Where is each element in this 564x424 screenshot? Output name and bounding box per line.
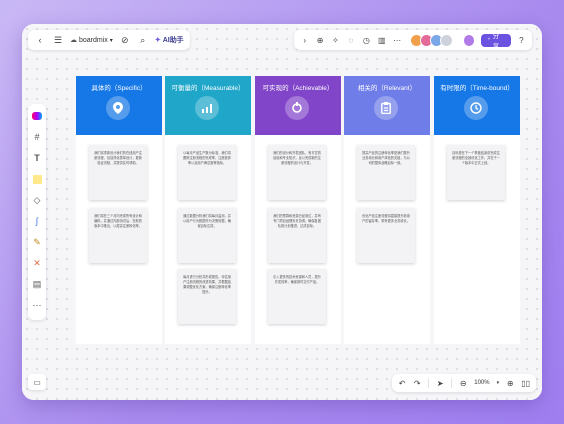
app-window: ‹ ☰ ☁ boardmix ▾ ⊘ ⌕ ✦ AI助手 › ⊕ ✧ ◌ ◷ ▥ … (22, 24, 542, 400)
sticky-note[interactable]: 优化产品注册流程将直接提升新用户的留存率，带来更多业务增长。 (357, 208, 415, 263)
timer-icon[interactable]: ◷ (362, 34, 371, 46)
sticky-note[interactable]: 引入更多的技术资源和人员，提升开发效率，确保按时交付产品。 (268, 269, 326, 324)
shape-icon[interactable]: ◇ (31, 194, 43, 206)
search-icon[interactable]: ⌕ (137, 34, 149, 46)
sticky-note[interactable]: 通过数据分析我们将每月监测，并以用户行为数据作为决策依据，确保目标达成。 (178, 208, 236, 263)
clock-icon (464, 96, 488, 120)
note-text: 每月进行分析并形成报告，评估用户注册流程的改进效果，并根据结果调整优化方案，确保… (183, 275, 231, 294)
note-text: 引入更多的技术资源和人员，提升开发效率，确保按时交付产品。 (273, 275, 321, 284)
note-text: 优化产品注册流程将直接提升新用户的留存率，带来更多业务增长。 (362, 214, 410, 223)
note-text: 通过数据分析我们将每月监测，并以用户行为数据作为决策依据，确保目标达成。 (183, 214, 231, 228)
add-circle-icon[interactable]: ⊕ (315, 34, 324, 46)
sticky-note[interactable]: 我们将在三个月内完成所有设计和编码，并通过内部测试后，在新的版本中推出，以提高注… (89, 208, 147, 263)
column-title: 可实现的（Achievable） (262, 85, 334, 92)
column-title: 相关的（Relevant） (357, 85, 417, 92)
redo-icon[interactable]: ↷ (413, 377, 421, 389)
cloud-icon: ☁ (70, 37, 77, 44)
sticky-note[interactable]: 提高产品的注册转化率是我们提升业务增长和用户体验的关键，与公司的整体战略目标一致… (357, 145, 415, 200)
bottom-controls: ↶ ↷ ➤ ⊖ 100% ▾ ⊕ ▯▯ (392, 374, 536, 392)
sticky-note[interactable]: 目标是在下一个季度结束前完成注册流程的全部优化工作，并在下一个版本中正式上线。 (447, 145, 505, 200)
template-icon[interactable]: ▤ (31, 278, 43, 290)
chevron-down-icon: ▾ (496, 380, 500, 386)
connector-icon[interactable]: ∫ (31, 215, 43, 227)
frame-icon[interactable]: # (31, 131, 43, 143)
clipboard-icon (374, 96, 398, 120)
collaborator-avatars[interactable] (409, 33, 453, 47)
share-label: 分享 (492, 33, 500, 50)
brand-label: boardmix (79, 36, 108, 44)
sticky-note[interactable]: 我们的预算和资源已经到位，并有专门项目经理负责协调，确保各团队按计划推进，达成目… (268, 208, 326, 263)
divider (451, 378, 453, 388)
present-icon[interactable]: ▥ (377, 34, 386, 46)
zoom-out-icon[interactable]: ⊖ (459, 377, 467, 389)
user-plus-icon: ⁺ (487, 37, 491, 44)
note-text: 我们将在三个月内完成所有设计和编码，并通过内部测试后，在新的版本中推出，以提高注… (94, 214, 142, 228)
zoom-in-icon[interactable]: ⊕ (506, 377, 514, 389)
minimap-icon: ▭ (33, 377, 41, 387)
smart-column-specific[interactable]: 具体的（Specific） 我们将重新设计我们的在线用户注册流程，包括简化表单设… (76, 76, 162, 344)
column-title: 具体的（Specific） (91, 85, 147, 92)
note-text: 我们将重新设计我们的在线用户注册流程，包括简化表单设计，更新验证流程，并提供实时… (94, 151, 142, 165)
pen-icon[interactable]: ✎ (31, 236, 43, 248)
chart-icon (195, 96, 219, 120)
minimap-button[interactable]: ▭ (28, 374, 46, 390)
ai-sparkle-icon: ✦ (154, 37, 161, 44)
smart-column-measurable[interactable]: 可衡量的（Measurable） 以每月产品生产数为标准，我们将跟踪注册流程的完… (165, 76, 251, 344)
note-text: 我们的预算和资源已经到位，并有专门项目经理负责协调，确保各团队按计划推进，达成目… (273, 214, 321, 228)
column-title: 有时限的（Time-bound） (440, 85, 514, 92)
sticky-note[interactable]: 我们将重新设计我们的在线用户注册流程，包括简化表单设计，更新验证流程，并提供实时… (89, 145, 147, 200)
pointer-icon[interactable]: ➤ (436, 377, 444, 389)
avatar (439, 33, 453, 47)
note-text: 提高产品的注册转化率是我们提升业务增长和用户体验的关键，与公司的整体战略目标一致… (362, 151, 410, 165)
undo-icon[interactable]: ↶ (398, 377, 406, 389)
more-icon[interactable]: ⋯ (392, 34, 401, 46)
hand-icon (285, 96, 309, 120)
column-header: 具体的（Specific） (76, 76, 162, 135)
sticky-note-icon[interactable] (31, 173, 43, 185)
menu-icon[interactable]: ☰ (52, 34, 64, 46)
smart-column-time-bound[interactable]: 有时限的（Time-bound） 目标是在下一个季度结束前完成注册流程的全部优化… (434, 76, 520, 344)
divider (428, 378, 430, 388)
tag-icon[interactable]: ⊘ (119, 34, 131, 46)
brand-menu[interactable]: ☁ boardmix ▾ (70, 36, 113, 45)
help-icon[interactable]: ? (517, 34, 526, 46)
share-button[interactable]: ⁺ 分享 (481, 33, 511, 50)
tool-palette: # T ◇ ∫ ✎ ✕ ▤ ⋯ (28, 104, 46, 320)
chevron-down-icon: ▾ (109, 37, 113, 44)
more-tools-icon[interactable]: ⋯ (31, 299, 43, 311)
collapse-icon[interactable]: › (300, 34, 309, 46)
column-header: 可衡量的（Measurable） (165, 76, 251, 135)
column-header: 可实现的（Achievable） (255, 76, 341, 135)
comment-icon[interactable]: ◌ (346, 34, 355, 46)
note-text: 目标是在下一个季度结束前完成注册流程的全部优化工作，并在下一个版本中正式上线。 (452, 151, 500, 165)
text-icon[interactable]: T (31, 152, 43, 164)
column-title: 可衡量的（Measurable） (171, 85, 245, 92)
note-text: 以每月产品生产数为标准，我们将跟踪注册流程的完成率，注册放弃率以及用户满意度等指… (183, 151, 231, 165)
back-icon[interactable]: ‹ (34, 34, 46, 46)
sticky-note[interactable]: 每月进行分析并形成报告，评估用户注册流程的改进效果，并根据结果调整优化方案，确保… (178, 269, 236, 324)
column-header: 相关的（Relevant） (344, 76, 430, 135)
column-header: 有时限的（Time-bound） (434, 76, 520, 135)
ai-assistant-button[interactable]: ✦ AI助手 (155, 35, 184, 45)
app-logo-icon[interactable] (31, 110, 43, 122)
location-pin-icon (106, 96, 130, 120)
user-avatar[interactable] (462, 33, 476, 47)
ai-assistant-label: AI助手 (162, 37, 184, 44)
top-right-toolbar: › ⊕ ✧ ◌ ◷ ▥ ⋯ ⁺ 分享 ? (294, 30, 532, 50)
mindmap-icon[interactable]: ✕ (31, 257, 43, 269)
smart-column-relevant[interactable]: 相关的（Relevant） 提高产品的注册转化率是我们提升业务增长和用户体验的关… (344, 76, 430, 344)
note-text: 我们的设计和开发团队，有丰富的经验和专业知识，足以完成新的注册流程的设计与开发。 (273, 151, 321, 165)
zoom-level[interactable]: 100% (474, 380, 489, 386)
top-left-toolbar: ‹ ☰ ☁ boardmix ▾ ⊘ ⌕ ✦ AI助手 (28, 30, 190, 50)
smart-column-achievable[interactable]: 可实现的（Achievable） 我们的设计和开发团队，有丰富的经验和专业知识，… (255, 76, 341, 344)
magic-icon[interactable]: ✧ (331, 34, 340, 46)
sticky-note[interactable]: 我们的设计和开发团队，有丰富的经验和专业知识，足以完成新的注册流程的设计与开发。 (268, 145, 326, 200)
sticky-note[interactable]: 以每月产品生产数为标准，我们将跟踪注册流程的完成率，注册放弃率以及用户满意度等指… (178, 145, 236, 200)
map-icon[interactable]: ▯▯ (521, 377, 530, 389)
